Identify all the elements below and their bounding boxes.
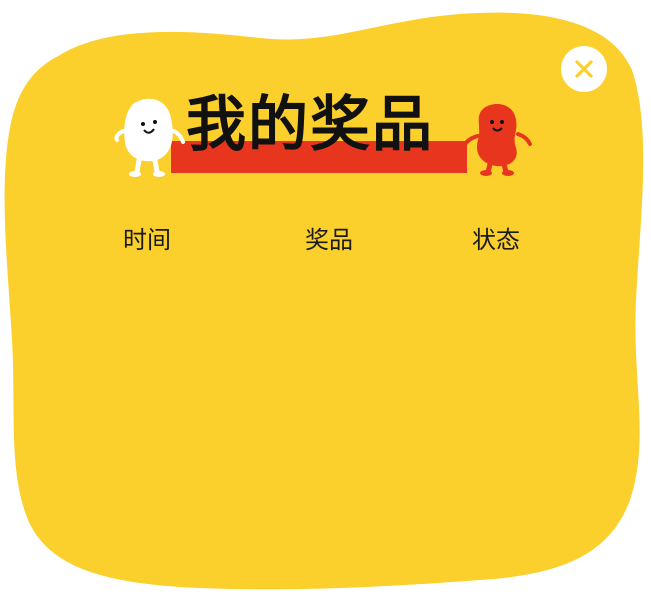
column-header-status: 状态 <box>472 226 520 254</box>
white-bean-mascot-icon <box>114 98 185 177</box>
page-title: 我的奖品 <box>186 90 434 160</box>
close-icon <box>575 60 593 78</box>
column-header-prize: 奖品 <box>305 226 353 254</box>
close-button[interactable] <box>561 46 607 92</box>
column-header-time: 时间 <box>123 226 171 254</box>
prize-dialog: 我的奖品 时间 奖品 状态 <box>0 0 651 594</box>
red-bean-mascot-icon <box>462 104 532 176</box>
